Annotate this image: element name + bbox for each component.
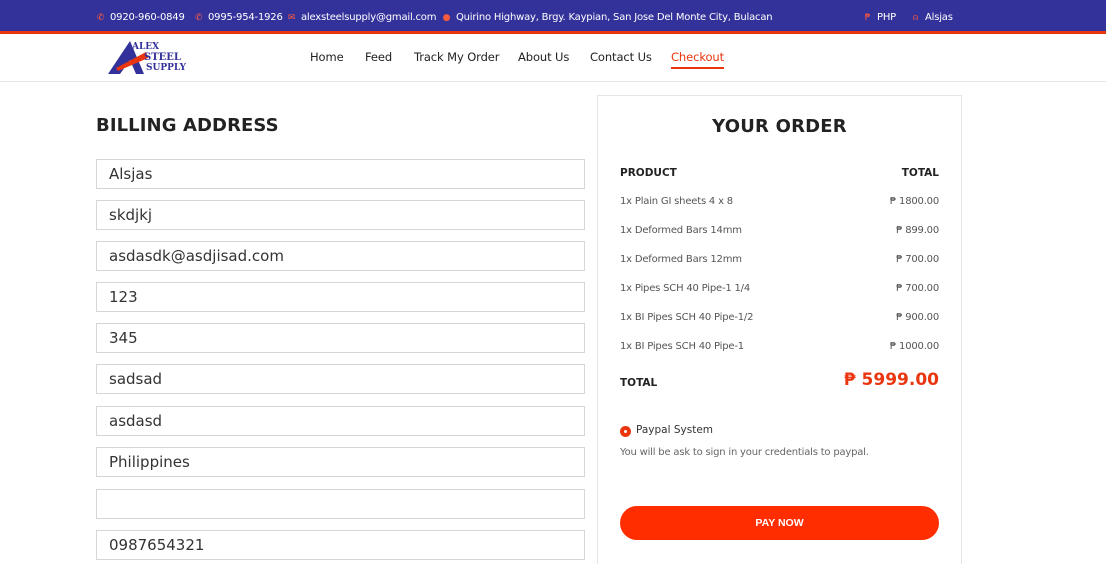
nav-home[interactable]: Home (310, 50, 344, 64)
address-line-2-field[interactable] (96, 323, 585, 353)
payment-method-label[interactable]: Paypal System (636, 424, 713, 436)
nav-feed[interactable]: Feed (365, 50, 392, 64)
email-field[interactable] (96, 241, 585, 271)
nav-about-us[interactable]: About Us (518, 50, 569, 64)
address: ● Quirino Highway, Brgy. Kaypian, San Jo… (442, 12, 773, 23)
order-summary-panel: YOUR ORDER PRODUCT TOTAL 1x Plain GI she… (597, 95, 962, 564)
phone-1-text: 0920-960-0849 (110, 12, 185, 23)
logo-line-3: SUPPLY (146, 63, 187, 73)
payment-description: You will be ask to sign in your credenti… (620, 447, 869, 458)
envelope-icon: ✉ (287, 12, 296, 23)
map-marker-icon: ● (442, 12, 451, 23)
order-item-name: 1x Deformed Bars 12mm (620, 254, 742, 265)
main-navigation: ALEX STEEL SUPPLY Home Feed Track My Ord… (0, 34, 1106, 82)
nav-track-my-order[interactable]: Track My Order (414, 50, 500, 64)
user-account[interactable]: ⍝ Alsjas (911, 12, 953, 23)
currency-selector[interactable]: ₱ PHP (863, 12, 896, 23)
order-item-name: 1x Pipes SCH 40 Pipe-1 1/4 (620, 283, 751, 294)
user-name: Alsjas (925, 12, 953, 23)
email-text: alexsteelsupply@gmail.com (301, 12, 437, 23)
peso-icon: ₱ (864, 12, 871, 23)
phone-icon: ✆ (96, 12, 105, 23)
name-field[interactable] (96, 159, 585, 189)
phone-icon: ✆ (194, 12, 203, 23)
address-text: Quirino Highway, Brgy. Kaypian, San Jose… (456, 12, 773, 23)
phone-2-text: 0995-954-1926 (208, 12, 283, 23)
order-item-name: 1x BI Pipes SCH 40 Pipe-1 (620, 341, 744, 352)
nav-contact-us[interactable]: Contact Us (590, 50, 652, 64)
last-name-field[interactable] (96, 200, 585, 230)
top-bar: ✆ 0920-960-0849 ✆ 0995-954-1926 ✉ alexst… (0, 0, 1106, 34)
order-item-price: ₱ 700.00 (896, 283, 939, 294)
paypal-radio[interactable] (620, 426, 631, 437)
email-link[interactable]: ✉ alexsteelsupply@gmail.com (287, 12, 437, 23)
billing-address-heading: BILLING ADDRESS (96, 115, 279, 136)
order-total-label: TOTAL (620, 377, 658, 389)
phone-1[interactable]: ✆ 0920-960-0849 (96, 12, 185, 23)
order-item-price: ₱ 899.00 (896, 225, 939, 236)
order-item-price: ₱ 1800.00 (889, 196, 939, 207)
order-item-price: ₱ 900.00 (896, 312, 939, 323)
country-field[interactable] (96, 447, 585, 477)
phone-field[interactable] (96, 530, 585, 560)
order-item-name: 1x Deformed Bars 14mm (620, 225, 742, 236)
currency-text: PHP (877, 12, 896, 23)
alex-steel-supply-logo[interactable]: ALEX STEEL SUPPLY (106, 38, 202, 76)
province-field[interactable] (96, 406, 585, 436)
city-field[interactable] (96, 364, 585, 394)
total-column-header: TOTAL (901, 167, 939, 179)
phone-2[interactable]: ✆ 0995-954-1926 (194, 12, 283, 23)
order-item-price: ₱ 700.00 (896, 254, 939, 265)
pay-now-button[interactable]: PAY NOW (620, 506, 939, 540)
order-total-value: ₱ 5999.00 (843, 370, 939, 390)
product-column-header: PRODUCT (620, 167, 677, 179)
logo-line-2: STEEL (144, 52, 181, 63)
your-order-heading: YOUR ORDER (712, 116, 847, 137)
address-line-1-field[interactable] (96, 282, 585, 312)
nav-checkout[interactable]: Checkout (671, 50, 724, 69)
logo-line-1: ALEX (131, 42, 159, 52)
postal-code-field[interactable] (96, 489, 585, 519)
user-icon: ⍝ (912, 12, 919, 23)
order-item-name: 1x BI Pipes SCH 40 Pipe-1/2 (620, 312, 754, 323)
order-item-name: 1x Plain GI sheets 4 x 8 (620, 196, 733, 207)
order-item-price: ₱ 1000.00 (889, 341, 939, 352)
